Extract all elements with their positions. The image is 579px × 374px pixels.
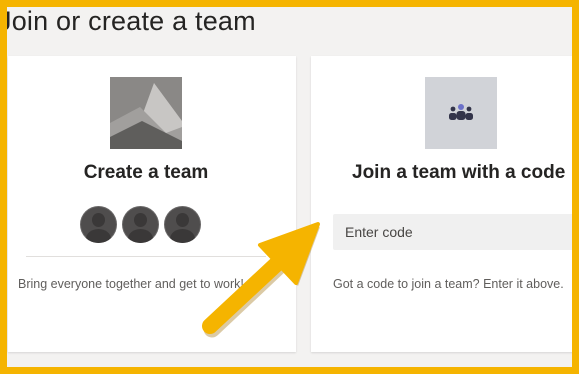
divider <box>26 256 266 257</box>
join-team-description: Got a code to join a team? Enter it abov… <box>333 277 564 291</box>
person-icon <box>164 206 201 243</box>
avatar-group <box>80 206 201 243</box>
people-group-icon <box>449 104 473 120</box>
create-team-card[interactable]: Create a team Bring everyone together an… <box>8 56 296 352</box>
join-team-card: Join a team with a code Got a code to jo… <box>311 56 579 352</box>
person-icon <box>122 206 159 243</box>
team-code-input[interactable] <box>333 214 579 250</box>
create-team-title: Create a team <box>83 162 209 183</box>
page-title: Join or create a team <box>0 6 256 36</box>
create-team-image-icon <box>110 77 182 149</box>
join-team-icon <box>425 77 497 149</box>
person-icon <box>80 206 117 243</box>
join-team-title: Join a team with a code <box>352 162 566 183</box>
create-team-description: Bring everyone together and get to work! <box>18 277 244 291</box>
